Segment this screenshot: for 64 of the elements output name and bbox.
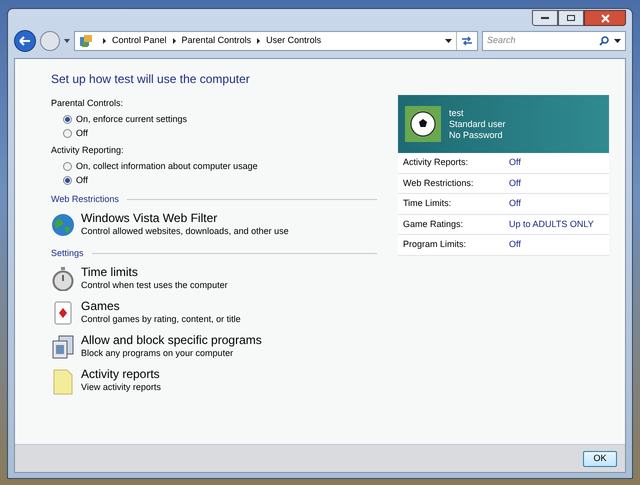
task-link[interactable]: Time limits	[81, 265, 138, 280]
summary-label: Program Limits:	[403, 238, 468, 251]
option-group-label: Parental Controls:	[51, 97, 124, 109]
breadcrumb-item[interactable]: User Controls	[266, 34, 322, 48]
dropdown-arrow-icon[interactable]	[64, 39, 70, 43]
task-link[interactable]: Windows Vista Web Filter	[81, 211, 218, 226]
stopwatch-icon	[52, 267, 74, 291]
summary-value: Off	[509, 176, 521, 190]
radio-option[interactable]: Off	[63, 126, 88, 140]
maximize-button[interactable]	[558, 10, 584, 26]
address-bar[interactable]: Control Panel Parental Controls User Controls	[74, 31, 478, 51]
ok-button[interactable]: OK	[583, 450, 617, 466]
breadcrumb-arrow-icon[interactable]	[103, 38, 106, 44]
page-heading: Set up how test will use the computer	[51, 71, 251, 87]
user-name: test	[449, 108, 465, 118]
back-arrow-icon	[19, 36, 31, 46]
summary-value: Off	[509, 238, 521, 251]
summary-value: Up to ADULTS ONLY	[509, 218, 594, 231]
task-description: Control games by rating, content, or title	[81, 314, 241, 325]
radio-button[interactable]	[63, 128, 72, 138]
radio-option[interactable]: On, enforce current settings	[63, 112, 188, 126]
summary-value: Off	[509, 156, 521, 169]
option-group-label: Activity Reporting:	[51, 144, 125, 156]
minimize-button[interactable]	[532, 10, 558, 26]
radio-button[interactable]	[63, 114, 72, 124]
task-description: View activity reports	[81, 382, 161, 393]
control-panel-icon	[79, 34, 93, 48]
task-description: Block any programs on your computer	[81, 348, 234, 359]
radio-button[interactable]	[63, 162, 72, 170]
summary-label: Activity Reports:	[403, 156, 470, 169]
password-status: No Password	[449, 130, 504, 140]
close-icon	[600, 14, 610, 22]
soccer-ball-icon	[410, 111, 436, 137]
task-link[interactable]: Games	[81, 299, 120, 314]
radio-button[interactable]	[63, 176, 72, 184]
dropdown-arrow-icon[interactable]	[614, 39, 621, 43]
task-description: Control allowed websites, downloads, and other use	[81, 226, 289, 237]
account-type: Standard user	[449, 118, 506, 130]
breadcrumb-item[interactable]: Control Panel	[112, 34, 167, 48]
section-heading: Settings	[51, 247, 84, 259]
summary-label: Time Limits:	[403, 197, 452, 210]
breadcrumb-arrow-icon[interactable]	[172, 38, 176, 44]
task-link[interactable]: Allow and block specific programs	[81, 333, 262, 348]
summary-label: Web Restrictions:	[403, 176, 474, 190]
document-icon	[53, 369, 73, 395]
refresh-arrows-icon	[461, 36, 473, 46]
program-windows-icon	[51, 335, 75, 359]
radio-option[interactable]: On, collect information about computer usage	[63, 159, 258, 173]
breadcrumb-arrow-icon[interactable]	[257, 38, 260, 44]
search-field[interactable]: Search	[487, 34, 599, 48]
search-icon[interactable]	[599, 36, 609, 46]
radio-option[interactable]: Off	[63, 173, 88, 187]
task-description: Control when test uses the computer	[81, 280, 228, 291]
close-button[interactable]	[584, 10, 626, 26]
search-bar[interactable]: Search	[482, 31, 626, 51]
back-button[interactable]	[14, 30, 36, 52]
summary-value: Off	[509, 197, 521, 210]
playing-card-icon	[52, 301, 74, 325]
breadcrumb-item[interactable]: Parental Controls	[182, 34, 252, 48]
task-link[interactable]: Activity reports	[81, 367, 160, 382]
globe-icon	[51, 213, 75, 237]
section-heading: Web Restrictions	[51, 193, 119, 205]
summary-label: Game Ratings:	[403, 218, 464, 231]
dropdown-arrow-icon[interactable]	[445, 39, 452, 43]
